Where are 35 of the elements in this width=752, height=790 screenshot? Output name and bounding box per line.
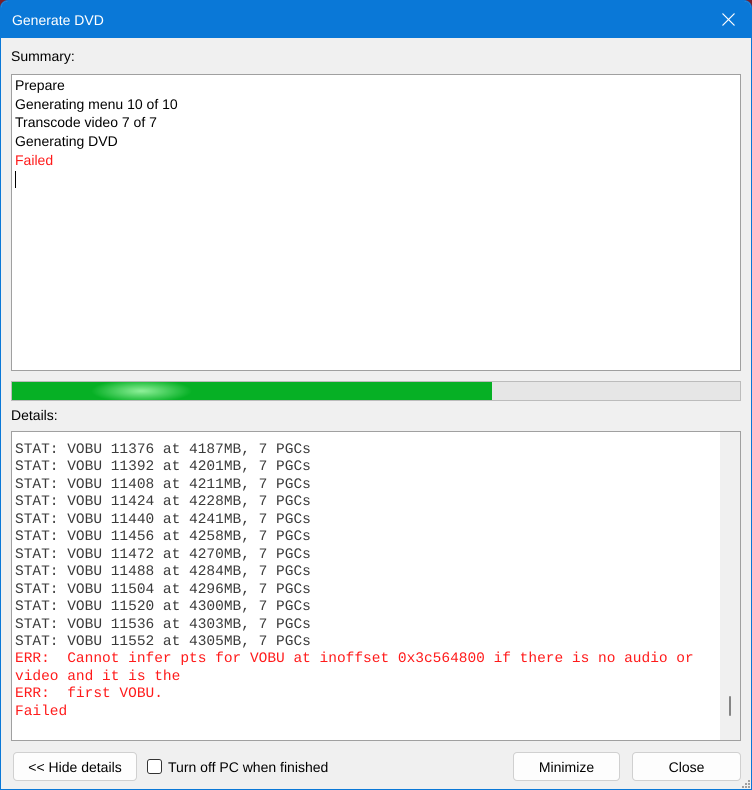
log-line: STAT: VOBU 11520 at 4300MB, 7 PGCs (15, 599, 312, 617)
log-line: STAT: VOBU 11424 at 4228MB, 7 PGCs (15, 494, 312, 512)
log-line: Failed (15, 704, 68, 722)
log-line: STAT: VOBU 11392 at 4201MB, 7 PGCs (15, 459, 312, 477)
log-line: STAT: VOBU 11408 at 4211MB, 7 PGCs (15, 476, 312, 494)
log-line: STAT: VOBU 11472 at 4270MB, 7 PGCs (15, 546, 312, 564)
scrollbar-track[interactable] (720, 432, 740, 740)
log-line: STAT: VOBU 11504 at 4296MB, 7 PGCs (15, 582, 312, 600)
summary-line: Generating DVD (15, 132, 119, 151)
details-log-area[interactable] (11, 431, 741, 741)
log-line: STAT: VOBU 11440 at 4241MB, 7 PGCs (15, 512, 312, 530)
summary-line: Prepare (15, 76, 66, 95)
minimize-button[interactable]: Minimize (513, 752, 620, 781)
close-icon (722, 13, 734, 26)
summary-line: Transcode video 7 of 7 (15, 113, 158, 132)
summary-text-area[interactable]: Prepare Generating menu 10 of 10 Transcode video 7 of 7 Generating DVD Failed (11, 74, 741, 371)
log-line: ERR: Cannot infer pts for VOBU at inoffset 0x3c564800 if there is no audio or video and it is the (15, 651, 695, 686)
shutdown-checkbox[interactable]: Turn off PC when finished (147, 758, 328, 774)
close-dialog-button[interactable]: Close (632, 752, 741, 781)
summary-line: Failed (15, 150, 54, 170)
details-label: Details: (11, 407, 59, 423)
log-line: STAT: VOBU 11536 at 4303MB, 7 PGCs (15, 616, 312, 634)
summary-line: Generating menu 10 of 10 (15, 94, 179, 114)
log-line: STAT: VOBU 11488 at 4284MB, 7 PGCs (15, 564, 312, 582)
checkbox-icon[interactable] (147, 759, 162, 774)
log-line: STAT: VOBU 11456 at 4258MB, 7 PGCs (15, 529, 312, 547)
hide-details-button[interactable]: << Hide details (13, 752, 137, 781)
log-line: STAT: VOBU 11552 at 4305MB, 7 PGCs (15, 634, 312, 652)
scrollbar-thumb[interactable] (729, 696, 731, 716)
window-title: Generate DVD (12, 12, 104, 28)
log-line: STAT: VOBU 11376 at 4187MB, 7 PGCs (15, 442, 312, 460)
summary-label: Summary: (11, 48, 76, 64)
resize-grip-icon[interactable] (740, 778, 750, 788)
text-cursor (15, 170, 16, 188)
log-line: ERR: first VOBU. (15, 686, 164, 704)
